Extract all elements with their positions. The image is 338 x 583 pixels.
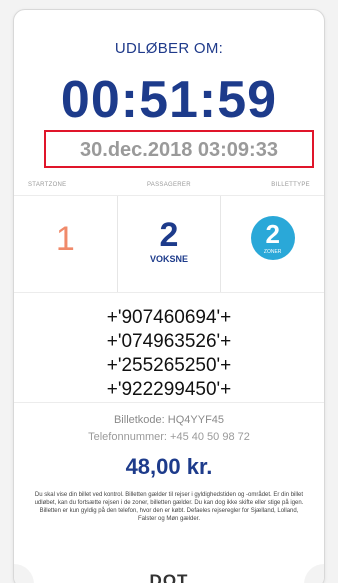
ticket-code: Billetkode: HQ4YYF45 <box>113 414 225 426</box>
phone-number: Telefonnummer: +45 40 50 98 72 <box>88 431 250 443</box>
code-line: +'074963526'+ <box>106 331 232 352</box>
timestamp-highlight: 30.dec.2018 03:09:33 <box>44 130 314 168</box>
zones-count: 2 <box>265 219 280 249</box>
ticket-card: UDLØBER OM: 00:51:59 30.dec.2018 03:09:3… <box>13 9 325 583</box>
ticket-info-row: 1 2 VOKSNE 2 ZONER <box>14 195 324 293</box>
header-passengers: PASSAGERER <box>146 182 191 188</box>
timestamp: 30.dec.2018 03:09:33 <box>80 139 278 161</box>
header-ticket-type: BILLETTYPE <box>271 182 310 188</box>
countdown-timer: 00:51:59 <box>60 71 278 129</box>
terms-notice: Du skal vise din billet ved kontrol. Bil… <box>34 492 304 522</box>
passenger-type: VOKSNE <box>150 254 189 264</box>
passengers-cell: 2 VOKSNE <box>118 196 222 292</box>
ticket-type-cell: 2 ZONER <box>221 196 324 292</box>
header-start-zone: STARTZONE <box>28 182 67 188</box>
code-line: +'922299450'+ <box>106 379 232 400</box>
zones-badge: 2 ZONER <box>250 216 295 260</box>
column-headers: STARTZONE PASSAGERER BILLETTYPE <box>14 182 324 188</box>
code-line: +'907460694'+ <box>106 307 232 328</box>
passengers-value: 2 <box>159 216 179 254</box>
start-zone-value: 1 <box>55 220 75 258</box>
ticket-price: 48,00 kr. <box>125 454 213 479</box>
expires-label: UDLØBER OM: <box>114 40 224 57</box>
brand-logo: DOT <box>149 571 189 583</box>
validation-codes: +'907460694'+ +'074963526'+ +'255265250'… <box>14 306 324 402</box>
start-zone-cell: 1 <box>14 196 118 292</box>
divider <box>14 402 324 403</box>
zones-label: ZONER <box>263 249 282 255</box>
code-line: +'255265250'+ <box>106 355 232 376</box>
